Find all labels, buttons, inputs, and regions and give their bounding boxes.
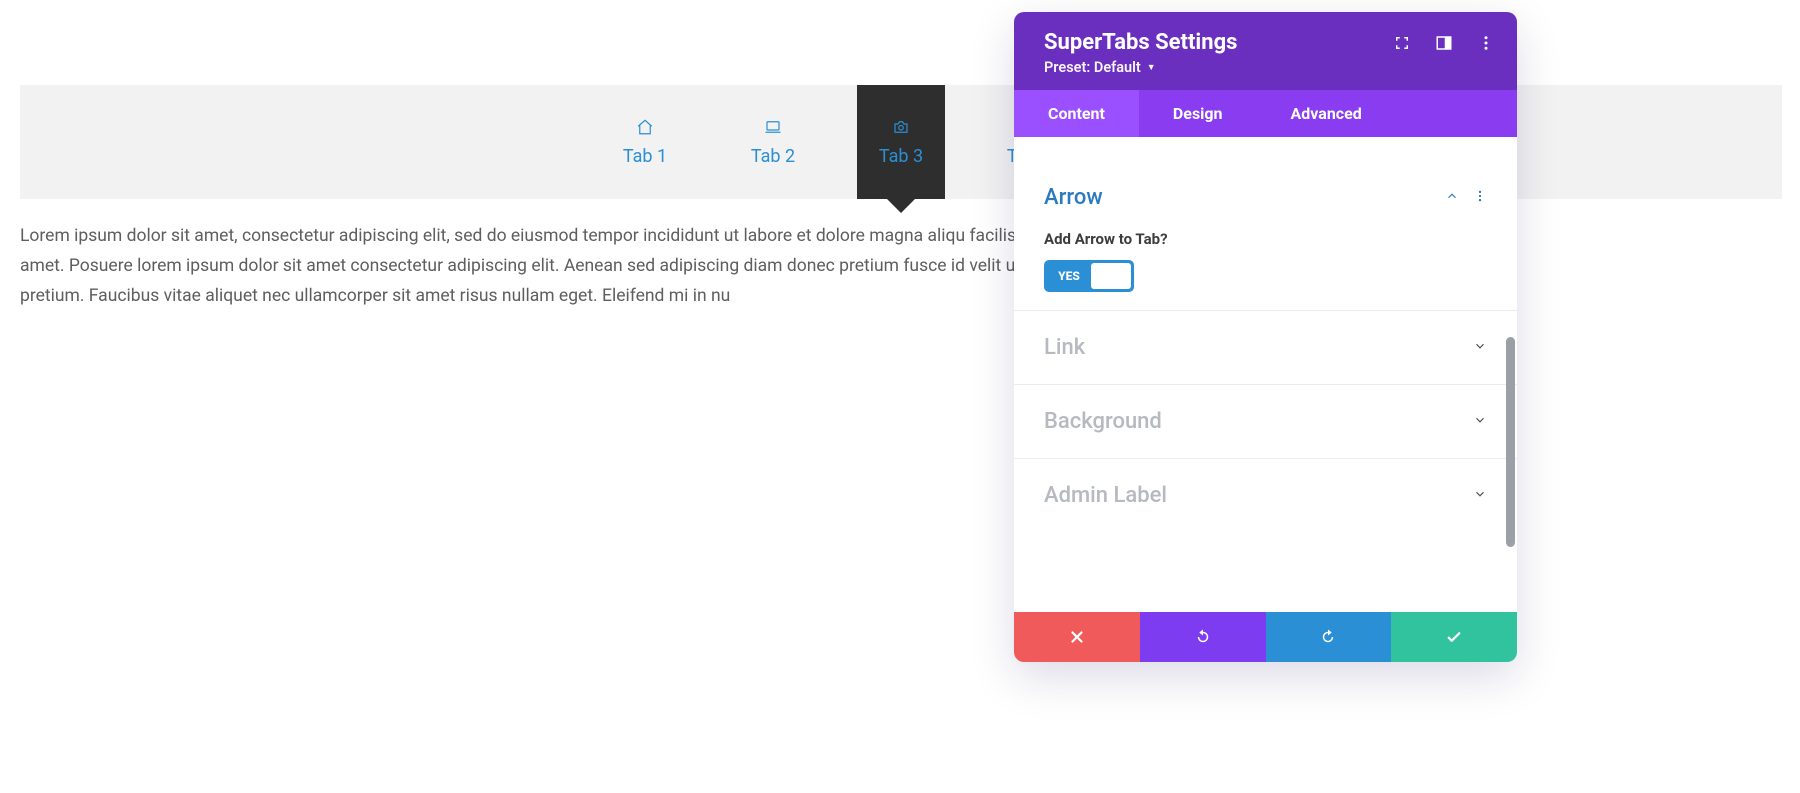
section-arrow: Arrow Add Arrow to Tab? YES	[1014, 167, 1517, 310]
section-background[interactable]: Background	[1014, 384, 1517, 458]
tab-label: Tab 1	[623, 146, 667, 167]
camera-icon	[891, 118, 911, 136]
tab-1[interactable]: Tab 1	[601, 85, 689, 199]
section-title: Link	[1044, 335, 1085, 360]
body-text: Lorem ipsum dolor sit amet, consectetur …	[20, 221, 1120, 311]
chevron-down-icon	[1473, 338, 1487, 357]
tab-2[interactable]: Tab 2	[729, 85, 817, 199]
toggle-knob	[1091, 263, 1131, 289]
close-icon	[1068, 628, 1086, 646]
section-link[interactable]: Link	[1014, 310, 1517, 384]
section-title[interactable]: Arrow	[1044, 185, 1103, 210]
undo-button[interactable]	[1140, 612, 1266, 662]
toggle-label: YES	[1047, 269, 1091, 283]
save-button[interactable]	[1391, 612, 1517, 662]
panel-footer	[1014, 612, 1517, 662]
more-icon[interactable]	[1477, 34, 1495, 52]
section-title: Admin Label	[1044, 483, 1167, 508]
content-preview: Tab 1 Tab 2 Tab 3 Tab 4 Tab 5	[20, 85, 1782, 311]
undo-icon	[1194, 628, 1212, 646]
section-title: Background	[1044, 409, 1162, 434]
more-icon[interactable]	[1473, 188, 1487, 207]
caret-down-icon: ▼	[1147, 62, 1156, 73]
chevron-down-icon	[1473, 486, 1487, 505]
redo-button[interactable]	[1266, 612, 1392, 662]
tab-advanced[interactable]: Advanced	[1257, 90, 1396, 137]
check-icon	[1445, 628, 1463, 646]
scrollbar[interactable]	[1506, 337, 1515, 547]
setting-label: Add Arrow to Tab?	[1044, 230, 1487, 248]
section-admin-label[interactable]: Admin Label	[1014, 458, 1517, 532]
tab-label: Tab 3	[879, 146, 923, 167]
laptop-icon	[763, 118, 783, 136]
tab-3[interactable]: Tab 3	[857, 85, 945, 199]
panel-body: Arrow Add Arrow to Tab? YES Link	[1014, 137, 1517, 612]
chevron-up-icon[interactable]	[1445, 188, 1459, 207]
redo-icon	[1319, 628, 1337, 646]
tab-content[interactable]: Content	[1014, 90, 1139, 137]
preset-label: Preset: Default	[1044, 59, 1141, 76]
add-arrow-toggle[interactable]: YES	[1044, 260, 1134, 292]
settings-panel: SuperTabs Settings Preset: Default ▼ Con…	[1014, 12, 1517, 662]
sidebar-icon[interactable]	[1435, 34, 1453, 52]
tab-label: Tab 2	[751, 146, 795, 167]
tabs-strip: Tab 1 Tab 2 Tab 3 Tab 4 Tab 5	[20, 85, 1782, 199]
expand-icon[interactable]	[1393, 34, 1411, 52]
panel-tabs: Content Design Advanced	[1014, 90, 1517, 137]
preset-selector[interactable]: Preset: Default ▼	[1044, 59, 1237, 76]
panel-header: SuperTabs Settings Preset: Default ▼	[1014, 12, 1517, 90]
home-icon	[635, 118, 655, 136]
tab-design[interactable]: Design	[1139, 90, 1257, 137]
cancel-button[interactable]	[1014, 612, 1140, 662]
panel-title: SuperTabs Settings	[1044, 30, 1237, 55]
chevron-down-icon	[1473, 412, 1487, 431]
